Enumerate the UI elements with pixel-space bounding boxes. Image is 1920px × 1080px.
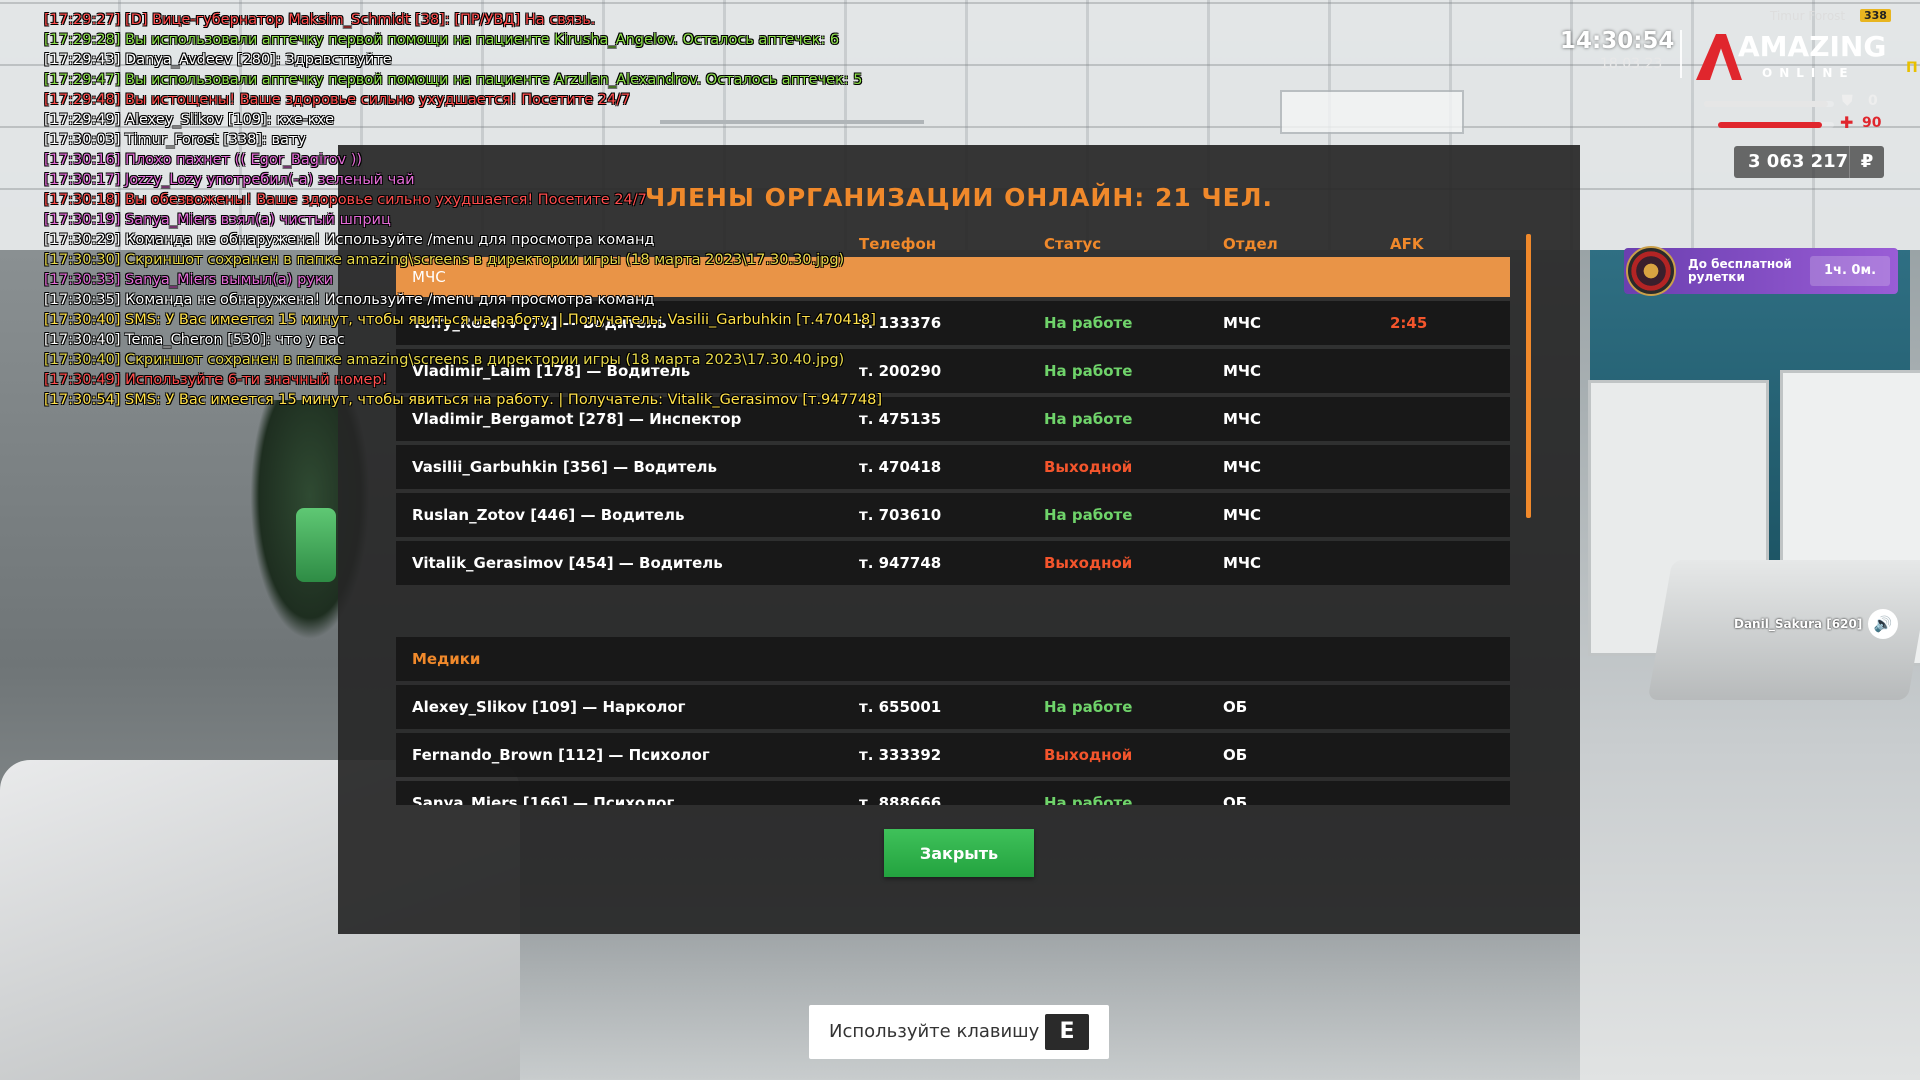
member-phone: т. 888666: [859, 794, 942, 805]
member-status: Выходной: [1044, 554, 1133, 572]
member-phone: т. 947748: [859, 554, 942, 572]
close-button[interactable]: Закрыть: [884, 829, 1034, 877]
chat-line: [17:30:40] Скриншот сохранен в папке ama…: [44, 352, 845, 368]
chat-line: [17:30:19] Sanya_Miers взял(а) чистый шп…: [44, 212, 391, 228]
member-name: Fernando_Brown [112] — Психолог: [412, 746, 710, 764]
chat-line: [17:29:28] Вы использовали аптечку перво…: [44, 32, 840, 48]
section-header-medics[interactable]: Медики: [396, 637, 1510, 681]
armor-value: 0: [1868, 93, 1878, 109]
member-status: Выходной: [1044, 746, 1133, 764]
list-scrollbar[interactable]: [1526, 234, 1531, 518]
column-afk: AFK: [1390, 235, 1424, 253]
currency-icon: ₽: [1849, 146, 1884, 178]
hint-text: Используйте клавишу: [829, 1021, 1040, 1042]
member-phone: т. 333392: [859, 746, 942, 764]
armor-bar-fill: [1704, 101, 1828, 107]
player-nametag: Danil_Sakura [620]: [1734, 617, 1863, 631]
chat-line: [17:30:03] Timur_Forost [338]: вату: [44, 132, 307, 148]
chat-line: [17:30:40] SMS: У Вас имеется 15 минут, …: [44, 312, 876, 328]
member-name: Ruslan_Zotov [446] — Водитель: [412, 506, 685, 524]
green-bin: [296, 508, 336, 582]
chat-line: [17:29:43] Danya_Avdeev [280]: Здравству…: [44, 52, 392, 68]
member-dept: МЧС: [1223, 458, 1262, 476]
member-row[interactable]: Vasilii_Garbuhkin [356] — Водитель т. 47…: [396, 445, 1510, 489]
hud-date: 18.03.23: [1600, 56, 1663, 72]
member-dept: ОБ: [1223, 746, 1248, 764]
logo-subtitle: ONLINE: [1762, 66, 1855, 80]
health-value: 90: [1862, 115, 1882, 131]
ceiling-light: [1280, 90, 1464, 134]
member-status: Выходной: [1044, 458, 1133, 476]
roulette-wheel-icon: [1626, 246, 1676, 296]
member-status: На работе: [1044, 698, 1133, 716]
money-value: 3 063 217: [1748, 151, 1849, 172]
member-phone: т. 703610: [859, 506, 942, 524]
roulette-label: До бесплатной рулетки: [1688, 257, 1792, 284]
hud-clock: 14:30:54: [1560, 28, 1675, 54]
chat-line: [17:29:49] Alexey_Slikov [109]: кхе-кхе: [44, 112, 334, 128]
member-name: Alexey_Slikov [109] — Нарколог: [412, 698, 686, 716]
chat-line: [17:30:29] Команда не обнаружена! Исполь…: [44, 232, 655, 248]
armor-bar: [1704, 101, 1834, 107]
interaction-hint: Используйте клавишу E: [809, 1005, 1109, 1059]
chat-line: [17:30:49] Используйте 6-ти значный номе…: [44, 372, 388, 388]
chat-log: [17:29:27] [D] Вице-губернатор Maksim_Sc…: [44, 10, 1244, 410]
member-row[interactable]: Alexey_Slikov [109] — Нарколог т. 655001…: [396, 685, 1510, 729]
member-row[interactable]: Vitalik_Gerasimov [454] — Водитель т. 94…: [396, 541, 1510, 585]
logo-text: AMAZING: [1738, 30, 1886, 63]
member-dept: МЧС: [1223, 506, 1262, 524]
chat-line: [17:30:54] SMS: У Вас имеется 15 минут, …: [44, 392, 883, 408]
roulette-timer: 1ч. 0м.: [1810, 256, 1890, 286]
chat-line: [17:30:35] Команда не обнаружена! Исполь…: [44, 292, 655, 308]
armor-icon: ⛊: [1842, 93, 1853, 109]
hud-level-badge: 338: [1860, 9, 1891, 22]
member-phone: т. 655001: [859, 698, 942, 716]
member-status: На работе: [1044, 506, 1133, 524]
money-display: 3 063 217 ₽: [1734, 146, 1884, 178]
chat-line: [17:29:27] [D] Вице-губернатор Maksim_Sc…: [44, 12, 596, 28]
member-dept: ОБ: [1223, 794, 1248, 805]
member-status: На работе: [1044, 794, 1133, 805]
key-e-badge: E: [1045, 1014, 1089, 1050]
member-phone: т. 470418: [859, 458, 942, 476]
chat-line: [17:30:17] Jozzy_Lozy употребил(-а) зеле…: [44, 172, 415, 188]
hud-divider: [1680, 30, 1682, 78]
member-dept: МЧС: [1223, 554, 1262, 572]
chat-line: [17:29:47] Вы использовали аптечку перво…: [44, 72, 863, 88]
chat-line: [17:30:18] Вы обезвожены! Ваше здоровье …: [44, 192, 647, 208]
member-row[interactable]: Ruslan_Zotov [446] — Водитель т. 703610 …: [396, 493, 1510, 537]
member-afk: 2:45: [1390, 314, 1428, 332]
chat-line: [17:29:48] Вы истощены! Ваше здоровье си…: [44, 92, 631, 108]
member-dept: ОБ: [1223, 698, 1248, 716]
member-name: Vitalik_Gerasimov [454] — Водитель: [412, 554, 723, 572]
health-bar-fill: [1718, 122, 1823, 128]
edge-text: П: [1906, 60, 1918, 76]
health-icon: ✚: [1840, 113, 1854, 132]
health-bar: [1718, 122, 1834, 128]
chat-line: [17:30:16] Плохо пахнет (( Egor_Bagirov …: [44, 152, 363, 168]
member-name: Sanya_Miers [166] — Психолог: [412, 794, 675, 805]
hud-username: Timur Forost: [1770, 9, 1846, 23]
member-name: Vasilii_Garbuhkin [356] — Водитель: [412, 458, 718, 476]
section-label: Медики: [412, 650, 481, 668]
chat-line: [17:30:33] Sanya_Miers вымыл(а) руки: [44, 272, 334, 288]
free-roulette-banner[interactable]: До бесплатной рулетки 1ч. 0м.: [1624, 246, 1898, 296]
chat-line: [17:30:30] Скриншот сохранен в папке ama…: [44, 252, 845, 268]
chat-line: [17:30:40] Tema_Cheron [530]: что у вас: [44, 332, 345, 348]
speaker-icon: 🔊: [1868, 609, 1898, 639]
member-row[interactable]: Fernando_Brown [112] — Психолог т. 33339…: [396, 733, 1510, 777]
member-row[interactable]: Sanya_Miers [166] — Психолог т. 888666 Н…: [396, 781, 1510, 805]
